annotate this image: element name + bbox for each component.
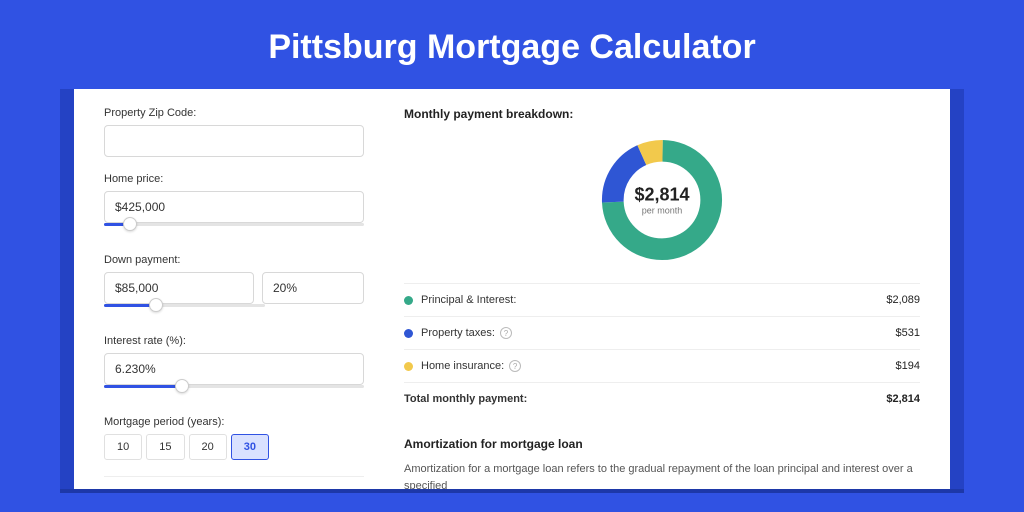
- rate-label: Interest rate (%):: [104, 335, 364, 347]
- period-label: Mortgage period (years):: [104, 416, 364, 428]
- down-amount-input[interactable]: [104, 272, 254, 304]
- donut-wrap: $2,814 per month: [404, 135, 920, 265]
- legend-total: Total monthly payment: $2,814: [404, 382, 920, 415]
- page-title: Pittsburg Mortgage Calculator: [0, 0, 1024, 89]
- down-payment-section: Down payment:: [104, 254, 364, 319]
- down-payment-label: Down payment:: [104, 254, 364, 266]
- dot-icon: [404, 329, 413, 338]
- home-price-label: Home price:: [104, 173, 364, 185]
- rate-slider[interactable]: [104, 384, 364, 400]
- help-icon[interactable]: ?: [500, 327, 512, 339]
- breakdown-panel: Monthly payment breakdown: $2,814 per mo…: [404, 107, 920, 471]
- dot-icon: [404, 362, 413, 371]
- card-shadow-wrap: Property Zip Code: Home price: Down paym…: [60, 89, 964, 489]
- calculator-card: Property Zip Code: Home price: Down paym…: [74, 89, 950, 489]
- zip-section: Property Zip Code:: [104, 107, 364, 157]
- period-tab-10[interactable]: 10: [104, 434, 142, 460]
- zip-label: Property Zip Code:: [104, 107, 364, 119]
- legend-amount: $531: [896, 327, 920, 339]
- legend-label: Home insurance:?: [421, 360, 896, 372]
- total-label: Total monthly payment:: [404, 393, 886, 405]
- legend-taxes: Property taxes:? $531: [404, 316, 920, 349]
- legend-label: Property taxes:?: [421, 327, 896, 339]
- zip-input[interactable]: [104, 125, 364, 157]
- breakdown-header: Monthly payment breakdown:: [404, 107, 920, 121]
- period-tab-15[interactable]: 15: [146, 434, 184, 460]
- rate-section: Interest rate (%):: [104, 335, 364, 400]
- period-section: Mortgage period (years): 10 15 20 30: [104, 416, 364, 460]
- inputs-panel: Property Zip Code: Home price: Down paym…: [104, 107, 364, 471]
- legend-insurance: Home insurance:? $194: [404, 349, 920, 382]
- help-icon[interactable]: ?: [509, 360, 521, 372]
- legend-label: Principal & Interest:: [421, 294, 886, 306]
- legend-principal: Principal & Interest: $2,089: [404, 283, 920, 316]
- total-amount: $2,814: [886, 393, 920, 405]
- home-price-section: Home price:: [104, 173, 364, 238]
- divider: [104, 476, 364, 477]
- period-tab-20[interactable]: 20: [189, 434, 227, 460]
- home-price-input[interactable]: [104, 191, 364, 223]
- down-percent-input[interactable]: [262, 272, 364, 304]
- donut-center: $2,814 per month: [634, 185, 689, 216]
- donut-sub: per month: [634, 206, 689, 216]
- amort-text: Amortization for a mortgage loan refers …: [404, 461, 920, 489]
- dot-icon: [404, 296, 413, 305]
- legend-amount: $194: [896, 360, 920, 372]
- period-tabs: 10 15 20 30: [104, 434, 364, 460]
- rate-input[interactable]: [104, 353, 364, 385]
- amort-header: Amortization for mortgage loan: [404, 437, 920, 451]
- donut-value: $2,814: [634, 185, 689, 206]
- down-payment-slider[interactable]: [104, 303, 265, 319]
- monthly-payment-donut: $2,814 per month: [597, 135, 727, 265]
- amortization-section: Amortization for mortgage loan Amortizat…: [404, 437, 920, 489]
- home-price-slider[interactable]: [104, 222, 364, 238]
- period-tab-30[interactable]: 30: [231, 434, 269, 460]
- legend-amount: $2,089: [886, 294, 920, 306]
